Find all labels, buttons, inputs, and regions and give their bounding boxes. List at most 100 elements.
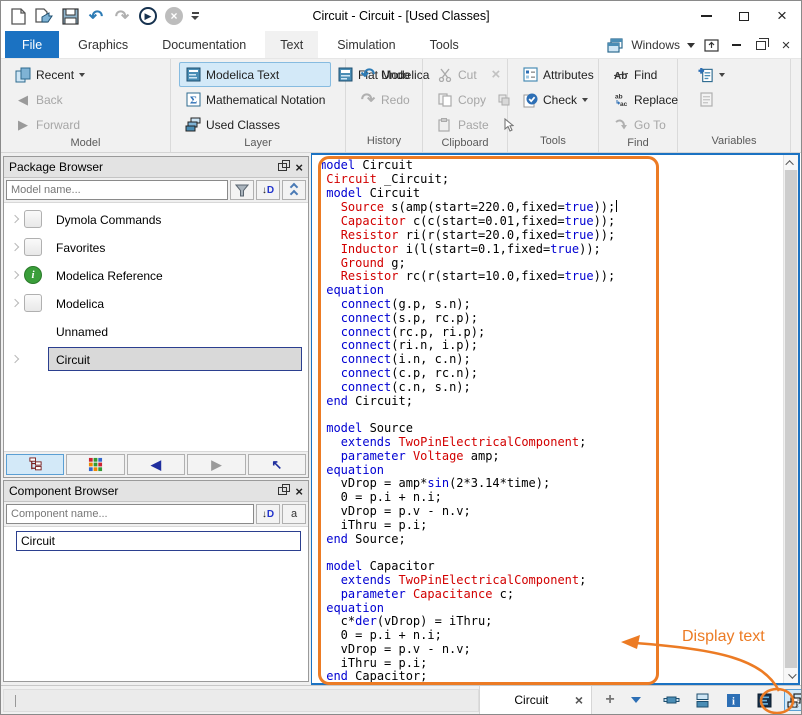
stop-icon[interactable]: ×: [163, 5, 185, 27]
back-button[interactable]: ◀ Back: [9, 87, 166, 112]
tab-documentation[interactable]: Documentation: [147, 31, 261, 58]
goto-button[interactable]: Go To: [607, 112, 673, 137]
modelica-text-button[interactable]: Modelica Text: [179, 62, 331, 87]
collapse-all-button[interactable]: [282, 180, 306, 200]
code-line: model Source: [319, 422, 782, 436]
close-panel-icon[interactable]: ×: [295, 485, 303, 498]
tree-view-button[interactable]: [6, 454, 64, 475]
forward-label: Forward: [36, 118, 80, 132]
icon-layer-button[interactable]: [660, 689, 682, 711]
redo-button[interactable]: ↷ Redo: [354, 87, 418, 112]
mathematical-notation-label: Mathematical Notation: [206, 93, 325, 107]
package-item-circuit[interactable]: Circuit: [4, 345, 308, 373]
expand-chevron-icon[interactable]: [8, 244, 22, 250]
close-icon[interactable]: ×: [763, 1, 801, 31]
check-button[interactable]: Check: [516, 87, 594, 112]
package-item-label: Dymola Commands: [48, 207, 302, 231]
sort-component-button[interactable]: ↓D: [256, 504, 280, 524]
recent-button[interactable]: Recent: [9, 62, 166, 87]
documentation-layer-button[interactable]: i: [722, 689, 744, 711]
scrollbar-thumb[interactable]: [785, 170, 797, 668]
package-icon: [24, 238, 42, 256]
expand-chevron-icon[interactable]: [8, 356, 22, 362]
document-tab-circuit[interactable]: Circuit ×: [479, 686, 592, 714]
component-item-circuit[interactable]: Circuit: [4, 530, 308, 552]
mdi-restore-icon[interactable]: [752, 36, 770, 54]
maximize-icon[interactable]: [725, 1, 763, 31]
close-tab-icon[interactable]: ×: [575, 692, 583, 708]
code-line: extends TwoPinElectricalComponent;: [319, 574, 782, 588]
next-class-button[interactable]: ▶: [187, 454, 245, 475]
tab-graphics[interactable]: Graphics: [63, 31, 143, 58]
group-label-variables: Variables: [678, 135, 790, 152]
new-file-icon[interactable]: [7, 5, 29, 27]
tab-list-dropdown-icon[interactable]: [631, 697, 641, 703]
save-icon[interactable]: [59, 5, 81, 27]
modelica-text-editor[interactable]: model Circuit Circuit _Circuit; model Ci…: [311, 153, 800, 685]
replace-button[interactable]: abac Replace: [607, 87, 673, 112]
previous-class-button[interactable]: ◀: [127, 454, 185, 475]
model-name-filter-input[interactable]: [6, 180, 228, 200]
attributes-button[interactable]: Attributes: [516, 62, 594, 87]
run-icon[interactable]: ▶: [137, 5, 159, 27]
expand-chevron-icon[interactable]: [8, 300, 22, 306]
mdi-close-icon[interactable]: ×: [777, 36, 795, 54]
close-panel-icon[interactable]: ×: [295, 161, 303, 174]
expand-chevron-icon[interactable]: [8, 216, 22, 222]
tab-tools[interactable]: Tools: [415, 31, 474, 58]
modelica-text-layer-button[interactable]: [753, 689, 775, 711]
undo-icon[interactable]: ↶: [85, 5, 107, 27]
filter-funnel-button[interactable]: [230, 180, 254, 200]
float-panel-icon[interactable]: [278, 487, 287, 495]
component-name-filter-input[interactable]: [6, 504, 254, 524]
cut-button[interactable]: Cut: [431, 62, 483, 87]
new-variable-browser-button[interactable]: [692, 62, 786, 87]
find-button[interactable]: Ab Find: [607, 62, 673, 87]
delete-icon[interactable]: ×: [489, 64, 503, 86]
variables-browser-button[interactable]: [692, 87, 786, 112]
redo-icon[interactable]: ↷: [111, 5, 133, 27]
code-area[interactable]: model Circuit Circuit _Circuit; model Ci…: [319, 159, 782, 683]
modelica-text-icon: [185, 67, 201, 83]
windows-dropdown-icon[interactable]: [687, 43, 695, 48]
component-filter-row: ↓D a: [4, 502, 308, 527]
scroll-up-icon[interactable]: [784, 155, 798, 170]
mdi-minimize-icon[interactable]: [727, 36, 745, 54]
diagram-layer-button[interactable]: [691, 689, 713, 711]
command-line[interactable]: [3, 689, 479, 712]
open-file-icon[interactable]: [33, 5, 55, 27]
tab-file[interactable]: File: [5, 31, 59, 58]
ribbon-redo-icon: ↷: [360, 92, 376, 108]
new-tab-button[interactable]: +: [600, 690, 620, 710]
package-item-dymola-commands[interactable]: Dymola Commands: [4, 205, 308, 233]
windows-menu[interactable]: Windows: [631, 38, 680, 52]
paste-button[interactable]: Paste: [431, 112, 495, 137]
resize-grip[interactable]: [791, 694, 799, 712]
mathematical-notation-button[interactable]: Σ Mathematical Notation: [179, 87, 331, 112]
package-item-favorites[interactable]: Favorites: [4, 233, 308, 261]
editor-scrollbar[interactable]: [783, 155, 798, 683]
package-item-modelica-reference[interactable]: iModelica Reference: [4, 261, 308, 289]
copy-button[interactable]: Copy: [431, 87, 492, 112]
svg-text:ab: ab: [615, 94, 623, 101]
tab-text[interactable]: Text: [265, 31, 318, 58]
float-panel-icon[interactable]: [278, 163, 287, 171]
package-item-unnamed[interactable]: Unnamed: [4, 317, 308, 345]
scroll-down-icon[interactable]: [784, 668, 798, 683]
promote-panel-icon[interactable]: [702, 36, 720, 54]
forward-button[interactable]: ▶ Forward: [9, 112, 166, 137]
alpha-sort-button[interactable]: a: [282, 504, 306, 524]
cascade-windows-icon[interactable]: [606, 36, 624, 54]
minimize-icon[interactable]: [687, 1, 725, 31]
icon-view-button[interactable]: [66, 454, 124, 475]
sort-package-button[interactable]: ↓D: [256, 180, 280, 200]
expand-chevron-icon[interactable]: [8, 272, 22, 278]
locate-class-button[interactable]: ↖: [248, 454, 306, 475]
package-item-modelica[interactable]: Modelica: [4, 289, 308, 317]
tab-simulation[interactable]: Simulation: [322, 31, 410, 58]
cut-icon: [437, 67, 453, 83]
code-line: connect(c.p, rc.n);: [319, 367, 782, 381]
used-classes-button[interactable]: Used Classes: [179, 112, 331, 137]
toolbar-overflow-icon[interactable]: [191, 12, 199, 20]
undo-button[interactable]: ↶ Undo: [354, 62, 418, 87]
